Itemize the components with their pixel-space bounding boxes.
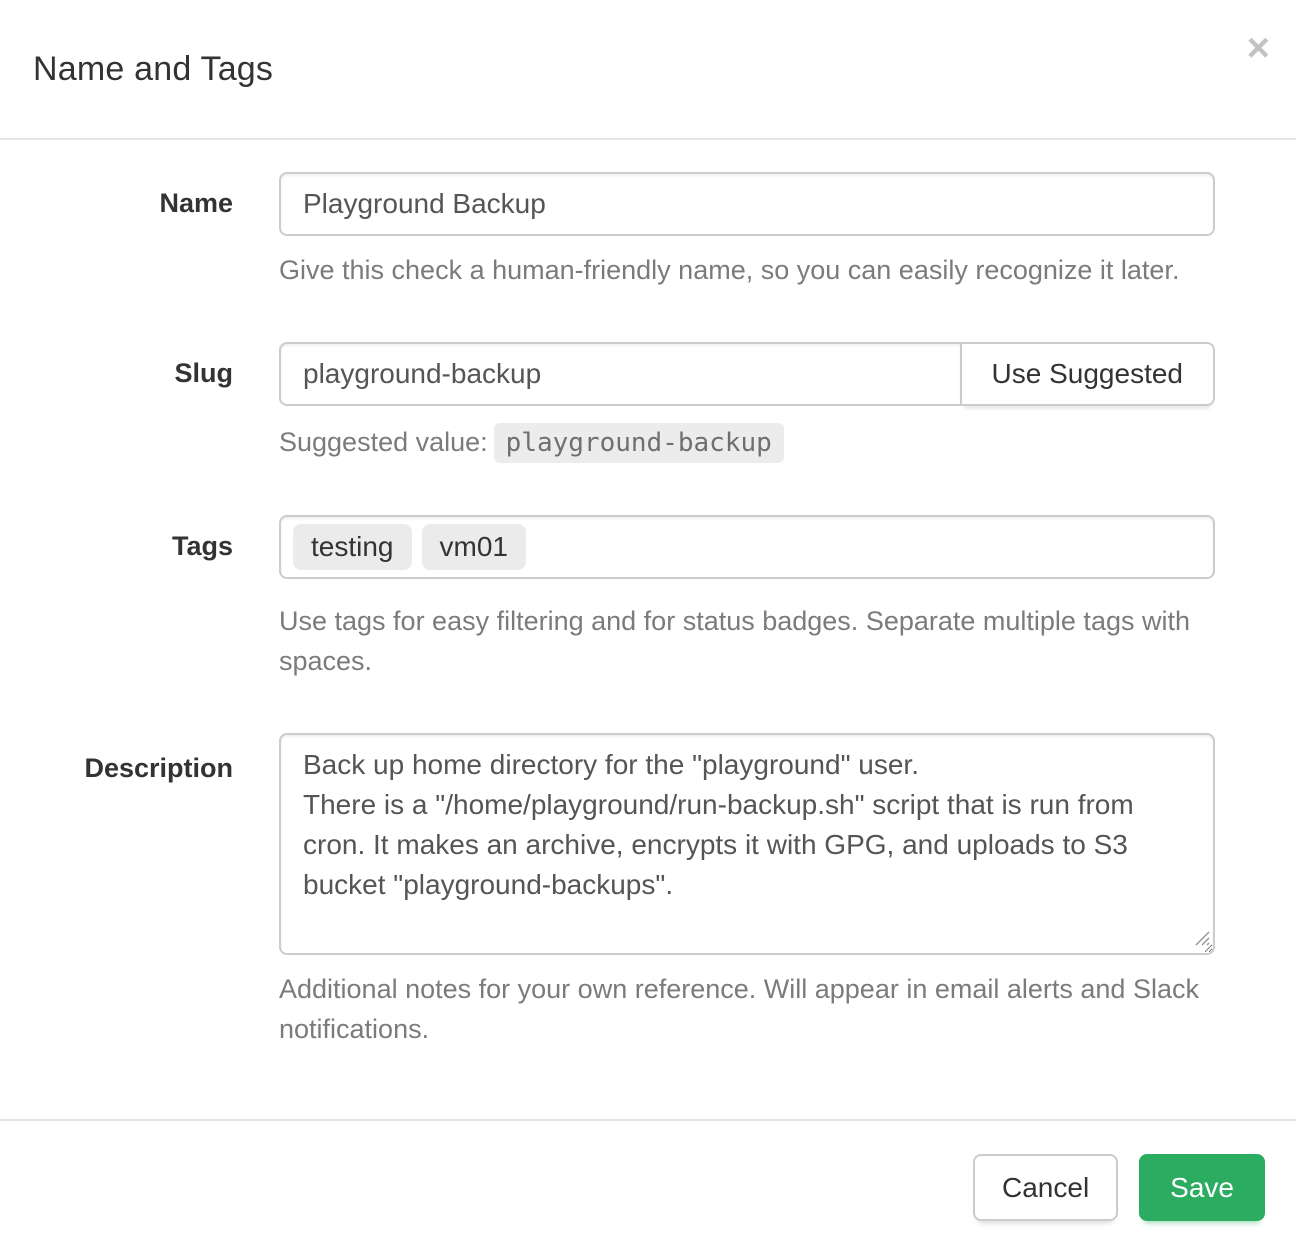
description-field-group: Description Back up home directory for t… xyxy=(33,733,1215,1049)
slug-field-group: Slug Use Suggested Suggested value:playg… xyxy=(33,342,1215,463)
dialog-header: Name and Tags × xyxy=(0,0,1296,140)
name-and-tags-dialog: Name and Tags × Name Give this check a h… xyxy=(0,0,1296,1254)
slug-suggested-help: Suggested value:playground-backup xyxy=(279,422,1215,463)
slug-label: Slug xyxy=(33,342,279,463)
name-label: Name xyxy=(33,172,279,290)
tags-help-text: Use tags for easy filtering and for stat… xyxy=(279,601,1215,681)
name-field-group: Name Give this check a human-friendly na… xyxy=(33,172,1215,290)
cancel-button[interactable]: Cancel xyxy=(973,1154,1118,1221)
dialog-body: Name Give this check a human-friendly na… xyxy=(0,140,1296,1119)
suggested-value-label: Suggested value: xyxy=(279,427,488,457)
tag-chip-testing: testing xyxy=(293,524,412,570)
slug-input-group: Use Suggested xyxy=(279,342,1215,406)
close-icon[interactable]: × xyxy=(1247,28,1270,68)
tags-input[interactable]: testing vm01 xyxy=(279,515,1215,579)
description-label: Description xyxy=(33,733,279,1049)
slug-input[interactable] xyxy=(279,342,962,406)
dialog-title: Name and Tags xyxy=(33,50,273,89)
tag-chip-vm01: vm01 xyxy=(422,524,526,570)
description-help-text: Additional notes for your own reference.… xyxy=(279,969,1215,1049)
tags-field-group: Tags testing vm01 Use tags for easy filt… xyxy=(33,515,1215,681)
name-input[interactable] xyxy=(279,172,1215,236)
use-suggested-button[interactable]: Use Suggested xyxy=(960,342,1215,406)
suggested-slug-code: playground-backup xyxy=(494,423,784,463)
tags-label: Tags xyxy=(33,515,279,681)
dialog-footer: Cancel Save xyxy=(0,1119,1296,1254)
name-help-text: Give this check a human-friendly name, s… xyxy=(279,250,1215,290)
description-textarea[interactable]: Back up home directory for the "playgrou… xyxy=(279,733,1215,955)
save-button[interactable]: Save xyxy=(1139,1154,1265,1221)
